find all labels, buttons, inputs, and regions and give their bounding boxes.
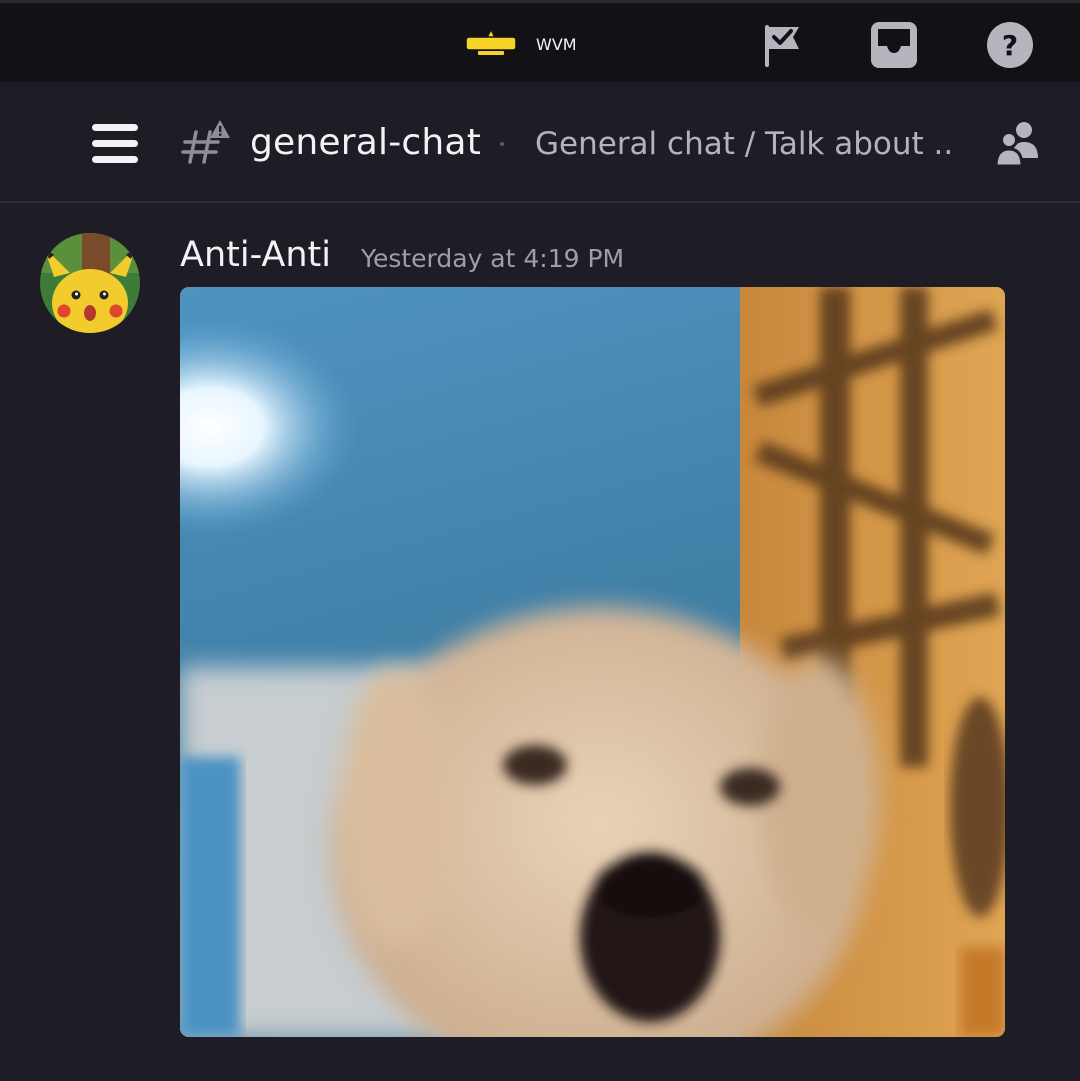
svg-text:?: ?	[1002, 29, 1018, 62]
server-header[interactable]: WVM	[464, 21, 577, 67]
puppy-gif-image	[180, 287, 1005, 1037]
avatar[interactable]	[40, 233, 140, 333]
channel-topic[interactable]: General chat / Talk about ...	[535, 126, 955, 162]
pikachu-avatar-image	[40, 233, 140, 333]
channel-hash-icon	[181, 120, 230, 164]
inbox-icon[interactable]	[868, 19, 920, 71]
message-author[interactable]: Anti-Anti	[180, 235, 331, 275]
channel-name: general-chat	[250, 122, 482, 163]
message-timestamp: Yesterday at 4:19 PM	[361, 244, 625, 273]
separator-dot	[500, 142, 504, 146]
message: Anti-Anti Yesterday at 4:19 PM	[0, 203, 1080, 1081]
server-name: WVM	[536, 34, 577, 54]
help-icon[interactable]: ?	[984, 19, 1036, 71]
channel-header: general-chat General chat / Talk about .…	[0, 82, 1080, 203]
image-attachment[interactable]	[180, 287, 1005, 1037]
server-logo	[465, 29, 517, 55]
top-bar: WVM ?	[0, 0, 1080, 82]
flag-icon[interactable]	[756, 19, 808, 71]
members-icon[interactable]	[994, 118, 1046, 168]
hamburger-menu-icon[interactable]	[90, 122, 140, 164]
